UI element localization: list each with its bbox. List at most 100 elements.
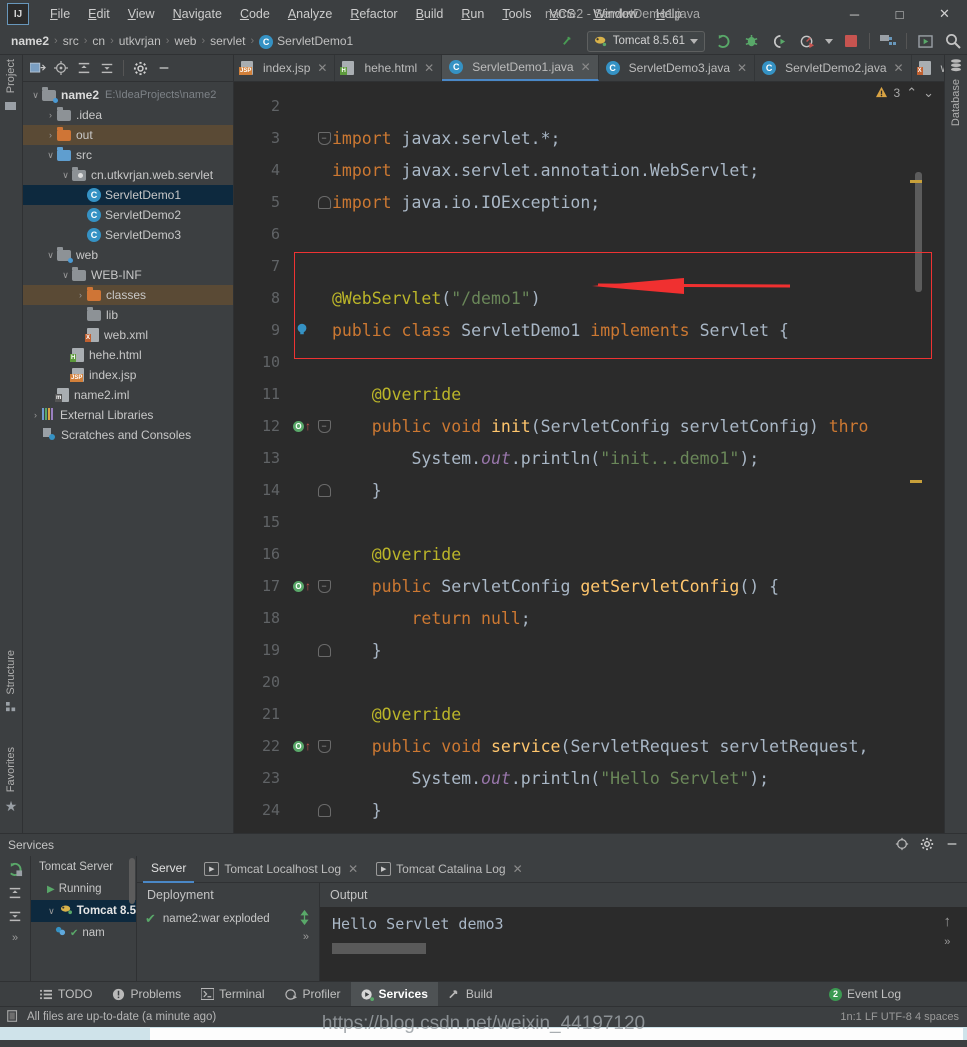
event-log-widget[interactable]: 2 Event Log bbox=[829, 982, 901, 1006]
debug-icon[interactable] bbox=[741, 31, 761, 51]
expand-all-icon[interactable] bbox=[8, 886, 22, 903]
close-tab-icon[interactable]: ✕ bbox=[317, 61, 327, 75]
bottom-tab-profiler[interactable]: Profiler bbox=[275, 982, 351, 1006]
menu-item-refactor[interactable]: Refactor bbox=[341, 4, 406, 24]
close-tab-icon[interactable]: ✕ bbox=[737, 61, 747, 75]
stop-icon[interactable] bbox=[841, 31, 861, 51]
services-tab-server[interactable]: Server bbox=[143, 855, 194, 883]
code-line-11[interactable]: 11 @Override bbox=[234, 378, 944, 410]
settings-target-icon[interactable] bbox=[895, 837, 909, 854]
preview-icon[interactable] bbox=[915, 31, 935, 51]
code-line-15[interactable]: 15 bbox=[234, 506, 944, 538]
breadcrumb-item-utkvrjan[interactable]: utkvrjan bbox=[116, 34, 164, 48]
tree-node-hehe.html[interactable]: Hhehe.html bbox=[23, 345, 233, 365]
editor-tab-servletdemo3-java[interactable]: CServletDemo3.java✕ bbox=[599, 55, 755, 81]
chevron-down-icon[interactable]: ∨ bbox=[59, 270, 72, 281]
code-editor[interactable]: 3 ⌃ ⌄ 23−import javax.servlet.*;4import … bbox=[234, 82, 944, 833]
code-line-9[interactable]: 9public class ServletDemo1 implements Se… bbox=[234, 314, 944, 346]
code-line-23[interactable]: 23 System.out.println("Hello Servlet"); bbox=[234, 762, 944, 794]
minimize-button[interactable]: ─ bbox=[832, 0, 877, 28]
close-tab-icon[interactable]: ✕ bbox=[424, 61, 434, 75]
fold-marker-icon[interactable] bbox=[318, 484, 331, 497]
console-output[interactable]: Hello Servlet demo3 bbox=[320, 907, 967, 981]
menu-item-build[interactable]: Build bbox=[407, 4, 453, 24]
error-stripe-marker[interactable] bbox=[910, 180, 922, 183]
chevron-down-icon[interactable]: ∨ bbox=[29, 90, 42, 101]
services-settings-gear-icon[interactable] bbox=[920, 837, 934, 854]
collapse-all-icon[interactable] bbox=[96, 58, 117, 79]
tree-node-index.jsp[interactable]: JSPindex.jsp bbox=[23, 365, 233, 385]
fold-marker-icon[interactable] bbox=[318, 804, 331, 817]
vcs-icon[interactable] bbox=[6, 1009, 20, 1026]
search-everywhere-icon[interactable] bbox=[943, 31, 963, 51]
maximize-button[interactable]: □ bbox=[877, 0, 922, 28]
menu-item-run[interactable]: Run bbox=[452, 4, 493, 24]
menu-item-analyze[interactable]: Analyze bbox=[279, 4, 341, 24]
run-configuration-selector[interactable]: Tomcat 8.5.61 bbox=[587, 31, 705, 52]
tree-node-out[interactable]: ›out bbox=[23, 125, 233, 145]
code-line-10[interactable]: 10 bbox=[234, 346, 944, 378]
menu-item-code[interactable]: Code bbox=[231, 4, 279, 24]
tree-node-external-libraries[interactable]: ›External Libraries bbox=[23, 405, 233, 425]
tree-node-lib[interactable]: lib bbox=[23, 305, 233, 325]
tool-window-project[interactable]: Project bbox=[0, 59, 22, 112]
project-structure-icon[interactable] bbox=[878, 31, 898, 51]
console-scroll-controls[interactable]: ↑ » bbox=[944, 913, 952, 948]
tree-node-web.xml[interactable]: Xweb.xml bbox=[23, 325, 233, 345]
code-line-21[interactable]: 21 @Override bbox=[234, 698, 944, 730]
code-line-4[interactable]: 4import javax.servlet.annotation.WebServ… bbox=[234, 154, 944, 186]
bottom-tool-bar[interactable]: TODOProblemsTerminalProfilerServicesBuil… bbox=[0, 981, 967, 1006]
override-marker-icon[interactable]: O bbox=[293, 421, 304, 432]
hide-tool-window-icon[interactable] bbox=[153, 58, 174, 79]
more-icon[interactable]: » bbox=[944, 936, 950, 948]
fold-marker-icon[interactable] bbox=[318, 196, 331, 209]
code-line-12[interactable]: 12O↑− public void init(ServletConfig ser… bbox=[234, 410, 944, 442]
services-tab-tomcat-catalina-log[interactable]: ▶Tomcat Catalina Log✕ bbox=[368, 856, 530, 882]
locate-icon[interactable] bbox=[50, 58, 71, 79]
fold-marker-icon[interactable] bbox=[318, 644, 331, 657]
services-tree-node-nam[interactable]: ✔nam bbox=[31, 922, 136, 944]
bottom-tab-terminal[interactable]: Terminal bbox=[191, 982, 274, 1006]
code-line-18[interactable]: 18 return null; bbox=[234, 602, 944, 634]
breadcrumb-item-servlet[interactable]: servlet bbox=[207, 34, 248, 48]
tool-window-favorites[interactable]: Favorites ★ bbox=[0, 747, 22, 815]
chevron-down-icon[interactable]: ∨ bbox=[59, 170, 72, 181]
chevron-right-icon[interactable]: › bbox=[44, 130, 57, 140]
tree-node-src[interactable]: ∨src bbox=[23, 145, 233, 165]
services-tree-node-running[interactable]: ▶Running bbox=[31, 878, 136, 900]
services-tree-node-tomcat-server[interactable]: Tomcat Server bbox=[31, 856, 136, 878]
chevron-down-icon[interactable]: ∨ bbox=[44, 150, 57, 161]
tree-node-.idea[interactable]: ›.idea bbox=[23, 105, 233, 125]
tree-node-servletdemo2[interactable]: CServletDemo2 bbox=[23, 205, 233, 225]
code-line-6[interactable]: 6 bbox=[234, 218, 944, 250]
prev-problem-icon[interactable]: ⌃ bbox=[906, 85, 917, 101]
editor-tab-servletdemo1-java[interactable]: CServletDemo1.java✕ bbox=[442, 55, 598, 81]
tree-node-web[interactable]: ∨web bbox=[23, 245, 233, 265]
rerun-icon[interactable] bbox=[8, 862, 23, 880]
bottom-tab-todo[interactable]: TODO bbox=[30, 982, 102, 1006]
chevron-right-icon[interactable]: › bbox=[44, 110, 57, 120]
breadcrumb-item-cn[interactable]: cn bbox=[89, 34, 108, 48]
menu-item-edit[interactable]: Edit bbox=[79, 4, 119, 24]
deployment-items[interactable]: ✔name2:war exploded» bbox=[137, 907, 319, 943]
override-marker-icon[interactable]: O bbox=[293, 741, 304, 752]
run-with-coverage-icon[interactable] bbox=[769, 31, 789, 51]
code-line-24[interactable]: 24 } bbox=[234, 794, 944, 826]
chevron-down-icon[interactable]: ∨ bbox=[44, 250, 57, 261]
error-stripe-marker[interactable] bbox=[910, 480, 922, 483]
tool-window-database[interactable]: Database bbox=[945, 59, 967, 126]
breadcrumb-item-name2[interactable]: name2 bbox=[8, 34, 52, 48]
close-tab-icon[interactable]: ✕ bbox=[581, 60, 591, 74]
tree-node-cn.utkvrjan.web.servlet[interactable]: ∨cn.utkvrjan.web.servlet bbox=[23, 165, 233, 185]
tree-node-servletdemo3[interactable]: CServletDemo3 bbox=[23, 225, 233, 245]
editor-tab-hehe-html[interactable]: Hhehe.html✕ bbox=[335, 55, 442, 81]
scroll-up-icon[interactable]: ↑ bbox=[944, 913, 952, 930]
deployment-item[interactable]: ✔name2:war exploded bbox=[137, 907, 319, 931]
tool-window-structure[interactable]: Structure bbox=[0, 650, 22, 713]
services-tab-bar[interactable]: Server▶Tomcat Localhost Log✕▶Tomcat Cata… bbox=[137, 856, 967, 883]
services-tab-tomcat-localhost-log[interactable]: ▶Tomcat Localhost Log✕ bbox=[196, 856, 366, 882]
build-icon[interactable] bbox=[559, 31, 579, 51]
services-tree[interactable]: Tomcat Server▶Running∨Tomcat 8.5✔nam bbox=[31, 856, 137, 981]
services-hide-icon[interactable] bbox=[945, 837, 959, 854]
chevron-down-icon[interactable]: ∨ bbox=[47, 906, 56, 917]
